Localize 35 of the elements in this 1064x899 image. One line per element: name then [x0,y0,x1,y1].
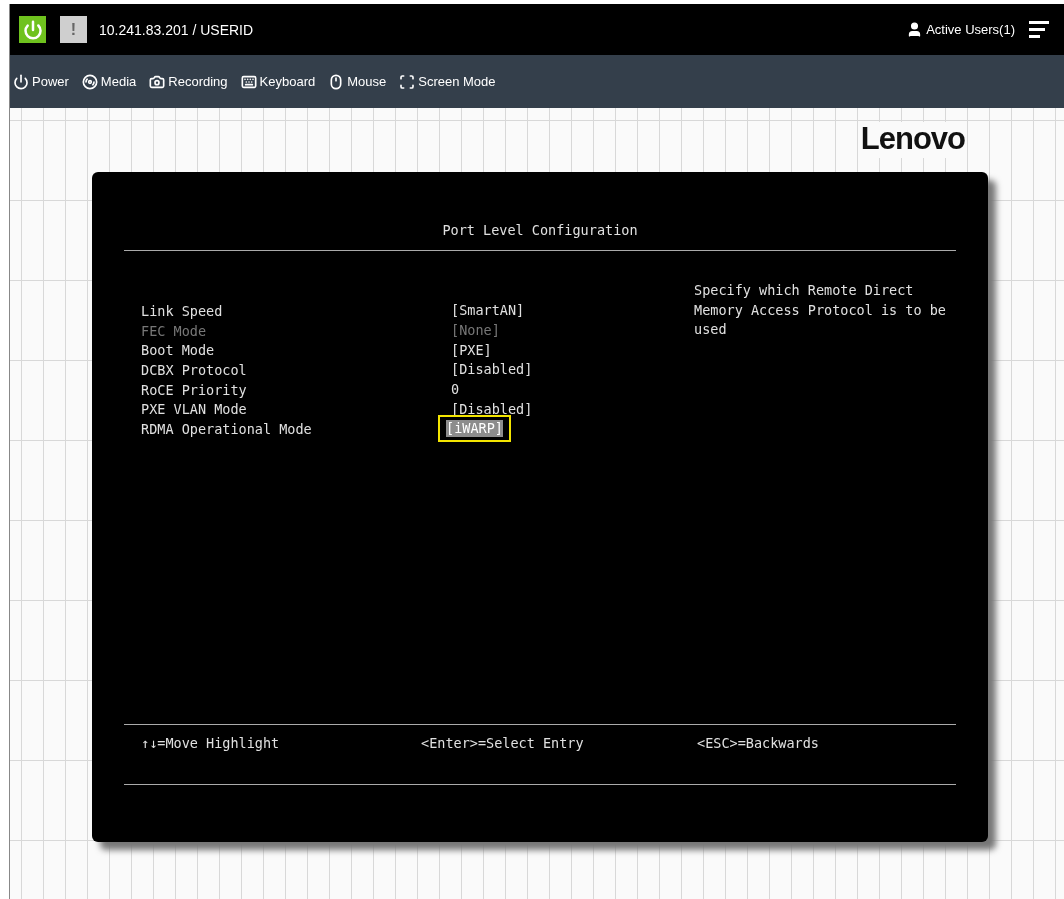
setting-label: FEC Mode [141,322,208,339]
toolbar-button[interactable]: Power [13,73,69,90]
setting-value[interactable]: [Disabled] [451,400,533,418]
key-hint: <Enter>=Select Entry [421,735,584,753]
power-icon [13,73,29,90]
disc-icon [81,73,98,90]
alert-button[interactable]: ! [60,16,87,43]
setting-value[interactable]: [PXE] [451,341,492,359]
setting-value[interactable]: 0 [451,381,460,399]
help-text: Specify which Remote Direct Memory Access Protocol is to be used [694,281,947,340]
logo: Lenovo [860,122,965,158]
screen-title: Port Level Configuration [441,221,639,240]
setting-label: PXE VLAN Mode [141,401,248,418]
setting-value[interactable]: [Disabled] [451,361,533,379]
key-hint: ↑↓=Move Highlight [141,735,280,753]
fullscreen-icon [399,73,416,90]
menu-icon[interactable] [1029,21,1049,38]
setting-label: RoCE Priority [141,381,248,398]
active-users-link[interactable]: Active Users(1) [906,21,1015,38]
power-icon [22,19,43,40]
keyboard-icon [240,73,257,90]
mouse-icon [328,73,345,90]
toolbar-button[interactable]: Recording [149,73,228,90]
camera-icon [149,73,166,90]
setting-label: Boot Mode [141,342,216,359]
server-address: 10.241.83.201 / USERID [99,21,254,38]
setting-value[interactable]: [SmartAN] [451,302,525,320]
toolbar-button[interactable]: Screen Mode [399,73,496,90]
setting-label: RDMA Operational Mode [141,420,313,437]
toolbar-button[interactable]: Mouse [328,73,387,90]
setting-label: Link Speed [141,302,224,319]
toolbar-button[interactable]: Media [81,73,137,90]
toolbar-button[interactable]: Keyboard [240,73,316,90]
setting-label: DCBX Protocol [141,361,248,378]
key-hint: <ESC>=Backwards [697,735,819,753]
